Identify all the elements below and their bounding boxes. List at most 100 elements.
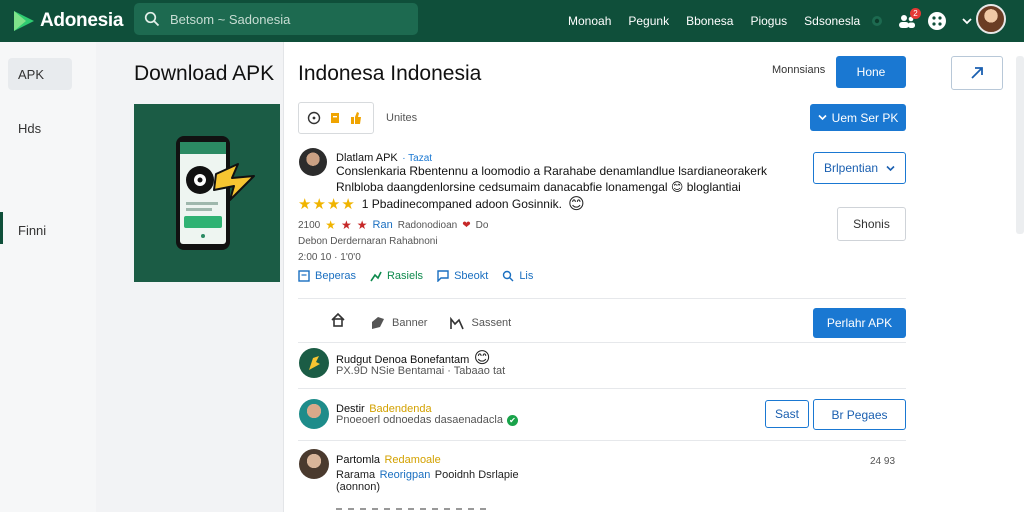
post-line-2-emoji: 😊 — [670, 180, 687, 194]
comment-avatar[interactable] — [299, 399, 329, 429]
rail-active-marker — [0, 212, 3, 244]
comment-avatar[interactable] — [299, 348, 329, 378]
divider — [298, 440, 906, 441]
nav-link[interactable]: Bbonesa — [686, 14, 733, 28]
download-title: Download APK — [134, 62, 275, 85]
panel-title: Indonesa Indonesia — [298, 62, 482, 85]
arrow-expand-icon — [971, 67, 983, 79]
action-link[interactable]: Lis — [502, 270, 533, 282]
clock-icon[interactable] — [307, 111, 321, 125]
main-panel: Indonesa Indonesia Monnsians Hone Unites… — [283, 42, 1024, 512]
divider — [298, 342, 906, 343]
post-line-2: Rnlbloba daangdenlorsine cedsumaim danac… — [336, 180, 806, 194]
brand[interactable]: Adonesia — [12, 9, 132, 33]
action-link-label: Lis — [519, 270, 534, 282]
left-rail: APK Hds Finni — [0, 42, 96, 512]
chevron-down-icon — [962, 18, 972, 25]
home-action[interactable] — [330, 312, 346, 333]
post-side-button[interactable]: Shonis — [837, 207, 906, 241]
leaf-logo-icon — [309, 356, 320, 370]
rating-stars: ★★★★ — [298, 196, 356, 213]
nav-link[interactable]: Sdsonesla — [804, 14, 860, 28]
menu-chevron-button[interactable] — [956, 10, 978, 32]
post-actions: Beperas Rasiels Sbeokt Lis — [298, 270, 533, 282]
post-author[interactable]: Dlatlam APK — [336, 152, 398, 164]
action-pages[interactable]: Beperas — [298, 270, 356, 282]
nav-link[interactable]: Monoah — [568, 14, 611, 28]
banner-action-label: Banner — [392, 316, 428, 329]
user-set-button[interactable]: Uem Ser PK — [810, 104, 906, 131]
comment-avatar[interactable] — [299, 449, 329, 479]
share-icon — [370, 271, 382, 282]
action-comment[interactable]: Sbeokt — [437, 270, 488, 282]
apk-primary-button[interactable]: Perlahr APK — [813, 308, 906, 338]
home-button[interactable]: Hone — [836, 56, 906, 88]
status-dot-icon — [872, 16, 882, 26]
rail-item-hds[interactable]: Hds — [8, 112, 72, 144]
chevron-down-icon — [886, 165, 895, 171]
stats-heart-icon: ❤ — [462, 219, 471, 231]
banner-action[interactable]: Banner — [370, 315, 427, 331]
link-icon — [503, 270, 514, 282]
post-meta-1: Debon Derdernaran Rahabnoni — [298, 236, 438, 247]
home-icon — [331, 312, 345, 327]
comment-2-sub: Pnoeoerl odnoedas dasaenadacla — [336, 414, 503, 426]
post-tag[interactable]: Tazat — [408, 153, 432, 164]
apps-button[interactable] — [926, 10, 948, 32]
send-action[interactable]: Sassent — [449, 315, 511, 331]
comment-2-small-button[interactable]: Sast — [765, 400, 809, 428]
download-card[interactable] — [134, 104, 280, 282]
nav-link[interactable]: Pegunk — [628, 14, 669, 28]
stats-star-red-icon: ★ — [356, 218, 368, 232]
stats-row: 2100 ★ ★ ★ Ran Radonodioan ❤ Do — [298, 218, 488, 232]
rail-item-apk[interactable]: APK — [8, 58, 72, 90]
thumb-up-icon[interactable] — [349, 111, 363, 125]
rail-item-finni[interactable]: Finni — [8, 214, 72, 246]
comment-icon — [437, 270, 449, 282]
send-action-label: Sassent — [471, 316, 512, 329]
nav-link[interactable]: Piogus — [750, 14, 787, 28]
comment-3-sub-tag[interactable]: Reorigpan — [380, 469, 431, 481]
search-input[interactable] — [170, 11, 410, 27]
chevron-down-icon — [818, 114, 827, 121]
status-button[interactable] — [866, 10, 888, 32]
rating-row: ★★★★ 1 Pbadinecompaned adoon Gosinnik. 😊 — [298, 194, 585, 214]
comment-3-sub-2: (aonnon) — [336, 481, 381, 493]
post-meta-2: 2:00 10 · 1'0'0 — [298, 252, 361, 263]
action-share-label: Rasiels — [386, 270, 424, 282]
user-avatar[interactable] — [976, 4, 1006, 34]
comment-2-pages-button[interactable]: Br Pegaes — [813, 399, 906, 430]
tag-icon — [372, 316, 384, 329]
divider — [298, 298, 906, 299]
toolbar-box[interactable] — [298, 102, 374, 134]
file-icon[interactable] — [329, 111, 341, 125]
top-nav: Monoah Pegunk Bbonesa Piogus Sdsonesla — [568, 0, 877, 42]
post-avatar[interactable] — [299, 148, 327, 176]
notifications-button[interactable]: 2 — [896, 8, 921, 32]
panel-header-label: Monnsians — [772, 64, 826, 76]
search-bar[interactable] — [134, 3, 418, 35]
notification-badge: 2 — [910, 8, 921, 19]
brand-logo-icon — [14, 11, 34, 31]
rating-text: 1 Pbadinecompaned adoon Gosinnik. — [361, 197, 562, 211]
comment-3-time: 24 93 — [870, 456, 896, 467]
more-comments-placeholder — [336, 508, 486, 510]
user-set-label: Uem Ser PK — [831, 110, 899, 125]
top-icons: 2 — [866, 0, 986, 42]
stats-extra: Radonodioan — [397, 219, 458, 231]
action-comment-label: Sbeokt — [454, 270, 489, 282]
post-dropdown[interactable]: Brlpentian — [813, 152, 906, 184]
stats-count: 2100 — [298, 219, 321, 231]
phone-illustration-icon — [176, 136, 255, 250]
scrollbar[interactable] — [1016, 56, 1024, 234]
action-share[interactable]: Rasiels — [370, 270, 423, 282]
stats-label[interactable]: Ran — [373, 219, 393, 231]
pages-icon — [298, 270, 310, 282]
toolbar-label: Unites — [386, 112, 418, 124]
expand-button[interactable] — [951, 56, 1003, 90]
comment-1-sub: PX.9D NSie Bentamai · Tabaao tat — [336, 365, 506, 377]
comment-3-sub: Rarama — [336, 469, 376, 481]
search-icon — [144, 11, 160, 27]
stats-star-icon: ★ — [325, 218, 337, 232]
chart-icon — [450, 316, 465, 329]
